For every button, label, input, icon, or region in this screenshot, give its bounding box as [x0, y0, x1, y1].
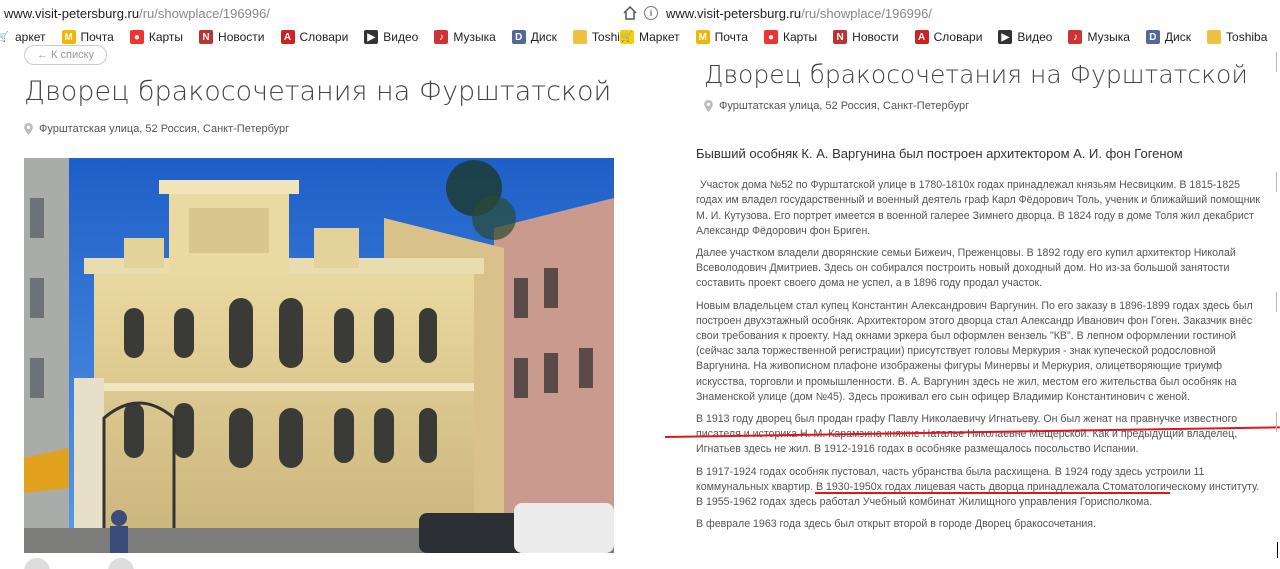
- bookmarks-bar: 🛒 Маркет M Почта ● Карты N Новости A Словари ▶ Виде…: [620, 26, 1280, 48]
- bookmark-label: Toshiba: [591, 30, 620, 44]
- location-pin-icon: [704, 100, 713, 112]
- home-icon[interactable]: [622, 5, 638, 21]
- bookmark-video[interactable]: ▶ Видео: [998, 30, 1052, 44]
- news-icon: N: [833, 30, 848, 44]
- bookmark-label: Музыка: [453, 30, 496, 44]
- disk-icon: D: [1145, 30, 1160, 44]
- disk-icon: D: [511, 30, 526, 44]
- dictionary-icon: A: [914, 30, 929, 44]
- address-line: Фурштатская улица, 52 Россия, Санкт-Пете…: [704, 100, 969, 112]
- bookmark-label: Новости: [852, 30, 899, 44]
- page-title: Дворец бракосочетания на Фурштатской: [24, 76, 612, 107]
- bookmark-label: Музыка: [1087, 30, 1130, 44]
- page-title: Дворец бракосочетания на Фурштатской: [704, 60, 1248, 89]
- url-host: www.visit-petersburg.ru: [666, 5, 802, 21]
- bookmark-maps-pin[interactable]: ● Карты: [129, 30, 184, 44]
- url-host: www.visit-petersburg.ru: [4, 5, 140, 21]
- market-icon: 🛒: [620, 30, 634, 44]
- video-icon: ▶: [998, 30, 1013, 44]
- bookmark-label: Видео: [383, 30, 419, 44]
- bookmark-label: Карты: [782, 30, 818, 44]
- folder-icon: [1207, 30, 1222, 44]
- bookmark-mail[interactable]: M Почта: [695, 30, 748, 44]
- bookmark-disk[interactable]: D Диск: [1145, 30, 1192, 44]
- paragraph-3: Новым владельцем стал купец Константин А…: [696, 299, 1253, 403]
- bookmark-folder[interactable]: Toshiba: [1207, 30, 1267, 44]
- text-cursor: [1277, 542, 1278, 558]
- bookmark-music[interactable]: ♪ Музыка: [434, 30, 496, 44]
- address-line: Фурштатская улица, 52 Россия, Санкт-Пете…: [24, 123, 289, 135]
- bookmark-news[interactable]: N Новости: [833, 30, 899, 44]
- slider-next-button[interactable]: [108, 558, 134, 569]
- market-icon: 🛒: [0, 30, 10, 44]
- mail-icon: M: [695, 30, 710, 44]
- location-pin-icon: [24, 123, 33, 135]
- paragraph-1: Участок дома №52 по Фурштатской улице в …: [696, 179, 1260, 237]
- bookmark-label: аркет: [15, 30, 46, 44]
- bookmark-video[interactable]: ▶ Видео: [364, 30, 418, 44]
- right-edge-scroll-marks: [1272, 52, 1280, 532]
- address-bar[interactable]: www.visit-petersburg.ru/ru/showplace/196…: [0, 0, 620, 26]
- url-path: /ru/showplace/196996/: [801, 5, 932, 21]
- bookmark-label: Словари: [299, 30, 349, 44]
- news-icon: N: [199, 30, 214, 44]
- bookmark-label: Новости: [218, 30, 265, 44]
- url-path: /ru/showplace/196996/: [139, 5, 270, 21]
- bookmark-disk[interactable]: D Диск: [511, 30, 557, 44]
- bookmark-label: Карты: [148, 30, 184, 44]
- right-browser-pane: i www.visit-petersburg.ru/ru/showplace/1…: [620, 0, 1280, 569]
- building-photo: [24, 158, 614, 553]
- maps-pin-icon: ●: [129, 30, 144, 44]
- bookmark-music[interactable]: ♪ Музыка: [1068, 30, 1130, 44]
- bookmark-label: Почта: [80, 30, 114, 44]
- video-icon: ▶: [364, 30, 379, 44]
- bookmark-news[interactable]: N Новости: [199, 30, 265, 44]
- slider-prev-button[interactable]: [24, 558, 50, 569]
- bookmark-label: Словари: [933, 30, 983, 44]
- bookmark-label: Почта: [714, 30, 748, 44]
- bookmark-dictionary[interactable]: A Словари: [914, 30, 983, 44]
- bookmark-market[interactable]: 🛒 аркет: [0, 30, 46, 44]
- bookmark-label: Маркет: [639, 30, 680, 44]
- maps-pin-icon: ●: [763, 30, 778, 44]
- article-body: Бывший особняк К. А. Варгунина был постр…: [696, 146, 1268, 539]
- bookmark-label: Видео: [1017, 30, 1053, 44]
- bookmark-label: Диск: [530, 30, 557, 44]
- paragraph-5: В 1917-1924 годах особняк пустовал, част…: [696, 465, 1260, 509]
- bookmark-dictionary[interactable]: A Словари: [280, 30, 349, 44]
- address-bar[interactable]: i www.visit-petersburg.ru/ru/showplace/1…: [620, 0, 1280, 26]
- folder-icon: [572, 30, 587, 44]
- bookmark-mail[interactable]: M Почта: [61, 30, 114, 44]
- music-icon: ♪: [1068, 30, 1083, 44]
- bookmark-market[interactable]: 🛒 Маркет: [620, 30, 680, 44]
- article-heading: Бывший особняк К. А. Варгунина был постр…: [696, 146, 1183, 161]
- bookmark-folder[interactable]: Toshiba: [572, 30, 620, 44]
- bookmark-label: Диск: [1164, 30, 1192, 44]
- address-text: Фурштатская улица, 52 Россия, Санкт-Пете…: [39, 123, 290, 135]
- bookmark-label: Toshiba: [1226, 30, 1268, 44]
- back-to-list-button[interactable]: ← К списку: [24, 45, 108, 65]
- info-icon[interactable]: i: [644, 6, 658, 20]
- address-text: Фурштатская улица, 52 Россия, Санкт-Пете…: [719, 100, 970, 112]
- left-browser-pane: www.visit-petersburg.ru/ru/showplace/196…: [0, 0, 620, 569]
- red-annotation-underline: [815, 492, 1170, 494]
- paragraph-6: В феврале 1963 года здесь был открыт вто…: [696, 518, 1096, 531]
- music-icon: ♪: [434, 30, 449, 44]
- dictionary-icon: A: [280, 30, 295, 44]
- paragraph-2: Далее участком владели дворянские семьи …: [696, 247, 1236, 290]
- bookmark-maps-pin[interactable]: ● Карты: [763, 30, 818, 44]
- mail-icon: M: [61, 30, 76, 44]
